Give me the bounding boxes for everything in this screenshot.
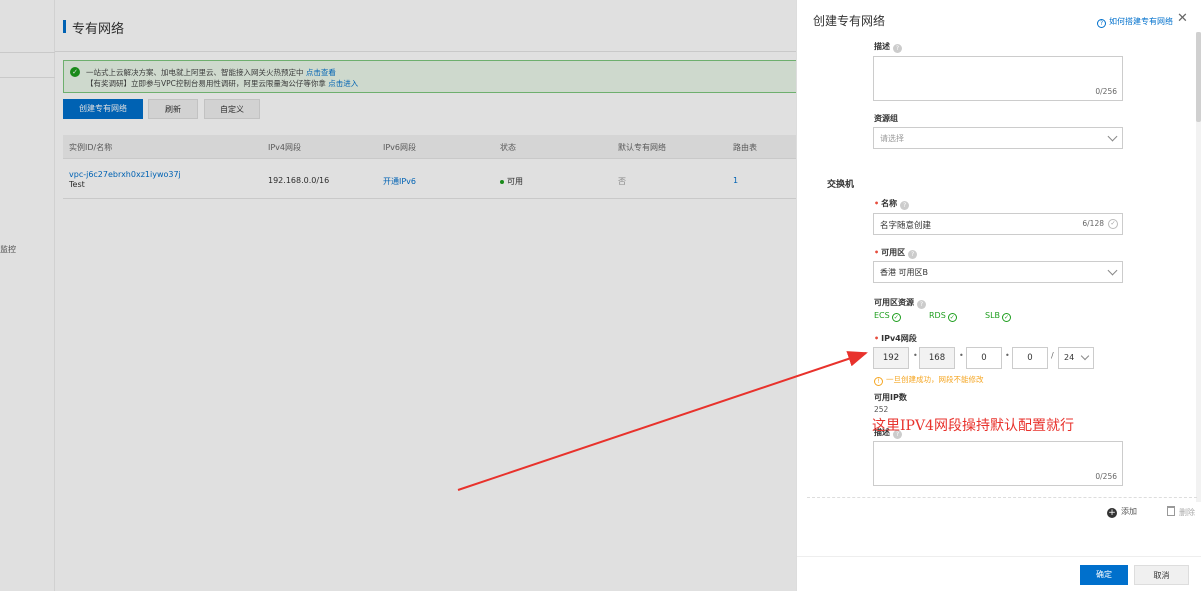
annotation-text: 这里IPV4网段操持默认配置就行 [872,418,1074,434]
annotation-arrow [457,351,868,491]
